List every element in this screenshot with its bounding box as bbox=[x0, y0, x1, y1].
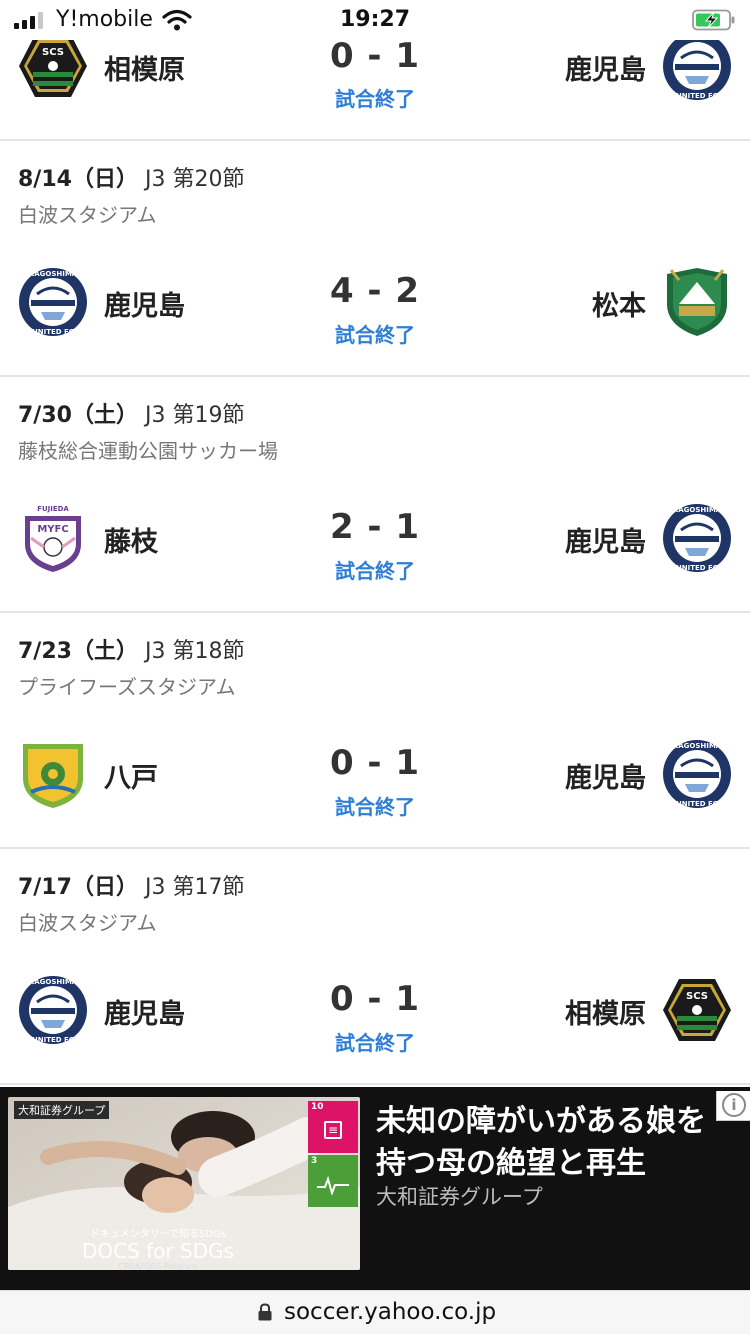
svg-text:MYFC: MYFC bbox=[37, 524, 68, 535]
match-score: 0 - 1 bbox=[329, 979, 421, 1019]
ad-info-button[interactable]: i bbox=[716, 1091, 750, 1121]
match-date-line: 7/17（日） J3 第17節 bbox=[18, 869, 244, 901]
match-date: 7/17（日） bbox=[18, 875, 138, 900]
hachinohe-logo-icon bbox=[17, 738, 89, 810]
match-date-line: 7/23（土） J3 第18節 bbox=[18, 633, 244, 665]
home-team-name: 藤枝 bbox=[104, 527, 158, 558]
match-card[interactable]: 7/30（土） J3 第19節 藤枝総合運動公園サッカー場 FUJIEDA MY… bbox=[0, 377, 750, 613]
sagamihara-logo-icon: SCS bbox=[17, 30, 89, 102]
status-bar: Y!mobile 19:27 bbox=[0, 0, 750, 40]
sdg-10-icon: 10 ≡ bbox=[308, 1101, 358, 1153]
ad-sponsor: 大和証券グループ bbox=[376, 1185, 543, 1209]
sagamihara-logo-icon: SCS bbox=[661, 974, 733, 1046]
kagoshima-logo-icon: KAGOSHIMA UNITED FC bbox=[661, 738, 733, 810]
fujieda-logo-icon: FUJIEDA MYFC bbox=[17, 502, 89, 574]
match-venue: 白波スタジアム bbox=[18, 203, 157, 227]
matsumoto-logo-icon bbox=[661, 266, 733, 338]
svg-text:SCS: SCS bbox=[686, 991, 708, 1002]
svg-text:KAGOSHIMA: KAGOSHIMA bbox=[29, 978, 78, 986]
kagoshima-logo-icon: KAGOSHIMA UNITED FC bbox=[661, 30, 733, 102]
match-league: J3 第18節 bbox=[144, 639, 245, 664]
home-team-name: 鹿児島 bbox=[104, 291, 185, 322]
match-league: J3 第19節 bbox=[144, 403, 245, 428]
match-venue: 白波スタジアム bbox=[18, 911, 157, 935]
home-team-name: 八戸 bbox=[104, 763, 158, 794]
away-team-name: 相模原 bbox=[565, 999, 646, 1030]
ad-image[interactable]: 大和証券グループ 10 ≡ 3 ドキュメンタリーで知るSDGs DOCS for… bbox=[8, 1097, 360, 1270]
svg-text:KAGOSHIMA: KAGOSHIMA bbox=[29, 270, 78, 278]
kagoshima-logo-icon: KAGOSHIMA UNITED FC bbox=[17, 974, 89, 1046]
logo-text: SCS bbox=[42, 47, 64, 58]
match-score: 2 - 1 bbox=[329, 507, 421, 547]
match-status: 試合終了 bbox=[335, 1031, 415, 1055]
match-card[interactable]: 7/23（土） J3 第18節 プライフーズスタジアム 八戸 0 - 1 試合終… bbox=[0, 613, 750, 849]
match-card[interactable]: 7/17（日） J3 第17節 白波スタジアム KAGOSHIMA UNITED… bbox=[0, 849, 750, 1085]
ad-image-title: DOCS for SDGs bbox=[81, 1239, 235, 1263]
match-league: J3 第20節 bbox=[144, 167, 245, 192]
svg-text:FUJIEDA: FUJIEDA bbox=[37, 505, 69, 513]
lock-icon bbox=[258, 1303, 272, 1321]
svg-text:UNITED FC: UNITED FC bbox=[32, 1036, 74, 1044]
ad-image-caption: ドキュメンタリーで知るSDGs bbox=[89, 1229, 227, 1240]
away-team-name: 鹿児島 bbox=[565, 55, 646, 86]
match-date: 8/14（日） bbox=[18, 167, 138, 192]
clock: 19:27 bbox=[339, 7, 411, 32]
match-date-line: 7/30（土） J3 第19節 bbox=[18, 397, 244, 429]
address-bar[interactable]: soccer.yahoo.co.jp bbox=[0, 1290, 750, 1334]
match-score: 4 - 2 bbox=[329, 271, 421, 311]
home-team-name: 鹿児島 bbox=[104, 999, 185, 1030]
svg-text:UNITED FC: UNITED FC bbox=[676, 564, 718, 572]
svg-text:KAGOSHIMA: KAGOSHIMA bbox=[673, 506, 722, 514]
ad-image-subtitle: CREATORS Program bbox=[118, 1262, 198, 1270]
info-icon: i bbox=[722, 1093, 746, 1117]
match-date-line: 8/14（日） J3 第20節 bbox=[18, 161, 244, 193]
away-team-name: 鹿児島 bbox=[565, 763, 646, 794]
kagoshima-logo-icon: KAGOSHIMA UNITED FC bbox=[661, 502, 733, 574]
match-card[interactable]: 8/14（日） J3 第20節 白波スタジアム KAGOSHIMA UNITED… bbox=[0, 141, 750, 377]
match-date: 7/30（土） bbox=[18, 403, 138, 428]
match-date: 7/23（土） bbox=[18, 639, 138, 664]
svg-text:UNITED FC: UNITED FC bbox=[676, 92, 718, 100]
match-venue: 藤枝総合運動公園サッカー場 bbox=[18, 439, 278, 463]
url-text: soccer.yahoo.co.jp bbox=[284, 1299, 497, 1325]
svg-text:KAGOSHIMA: KAGOSHIMA bbox=[673, 742, 722, 750]
match-status: 試合終了 bbox=[335, 795, 415, 819]
ad-sponsor-tag: 大和証券グループ bbox=[14, 1101, 110, 1119]
match-league: J3 第17節 bbox=[144, 875, 245, 900]
svg-text:UNITED FC: UNITED FC bbox=[32, 328, 74, 336]
ad-headline[interactable]: 未知の障がいがある娘を持つ母の絶望と再生 bbox=[376, 1101, 728, 1185]
away-team-name: 鹿児島 bbox=[565, 527, 646, 558]
battery-charging-icon bbox=[692, 9, 735, 31]
match-venue: プライフーズスタジアム bbox=[18, 675, 236, 699]
match-status: 試合終了 bbox=[335, 323, 415, 347]
home-team-name: 相模原 bbox=[104, 55, 185, 86]
match-status: 試合終了 bbox=[335, 87, 415, 111]
sdg-3-icon: 3 bbox=[308, 1155, 358, 1207]
away-team-name: 松本 bbox=[592, 291, 646, 322]
match-status: 試合終了 bbox=[335, 559, 415, 583]
svg-text:UNITED FC: UNITED FC bbox=[676, 800, 718, 808]
match-score: 0 - 1 bbox=[329, 743, 421, 783]
match-score: 0 - 1 bbox=[329, 36, 421, 76]
ad-banner[interactable]: 大和証券グループ 10 ≡ 3 ドキュメンタリーで知るSDGs DOCS for… bbox=[0, 1087, 750, 1290]
kagoshima-logo-icon: KAGOSHIMA UNITED FC bbox=[17, 266, 89, 338]
